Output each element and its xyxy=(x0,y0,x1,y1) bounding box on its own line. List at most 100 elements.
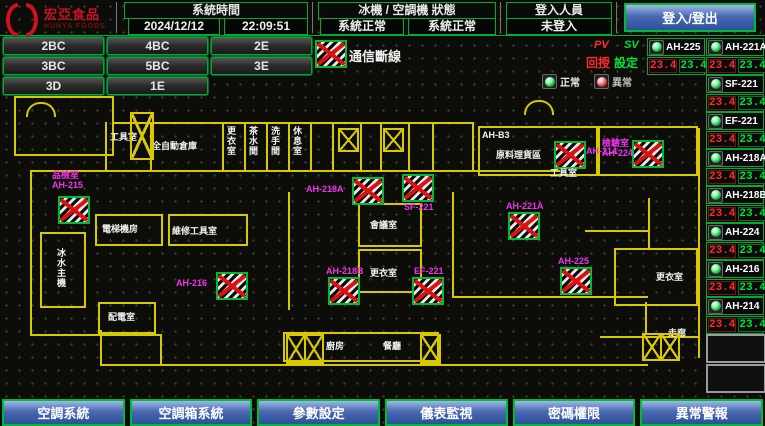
wall-segment xyxy=(600,336,698,338)
floor-button-3e[interactable]: 3E xyxy=(211,57,312,75)
bottom-nav-button-5[interactable]: 密碼權限 xyxy=(513,399,636,426)
door-arc-icon xyxy=(26,102,56,117)
normal-lamp-icon xyxy=(542,74,557,89)
comm-fail-marker[interactable] xyxy=(328,277,360,305)
comm-fail-marker[interactable] xyxy=(560,267,592,295)
wall-segment xyxy=(645,302,647,334)
marker-label: 品檢室 AH-215 xyxy=(52,170,83,190)
wall-segment xyxy=(380,122,382,170)
unit-sv-value: 23.4 xyxy=(738,170,765,184)
wall-segment xyxy=(288,122,290,170)
comm-fail-marker[interactable] xyxy=(352,177,384,205)
unit-ah-221a[interactable]: AH-221A23.423.4 xyxy=(706,38,764,75)
marker-label: AH-218B xyxy=(326,266,364,276)
unit-ef-221[interactable]: EF-22123.423.4 xyxy=(706,112,764,149)
header-divider xyxy=(500,2,501,33)
room-label: 工具室 xyxy=(550,168,577,178)
unit-sf-221[interactable]: SF-22123.423.4 xyxy=(706,75,764,112)
room-outline xyxy=(596,126,600,176)
pv-name-legend: 回授 xyxy=(586,54,610,71)
marker-label: AH-221A xyxy=(506,201,544,211)
wall-segment xyxy=(452,192,454,298)
wall-segment xyxy=(432,122,434,170)
floor-button-1e[interactable]: 1E xyxy=(107,77,208,95)
room-label: 休息室 xyxy=(292,126,302,156)
unit-ah-214[interactable]: AH-21423.423.4 xyxy=(706,297,764,334)
bottom-nav-button-6[interactable]: 異常警報 xyxy=(640,399,763,426)
unit-name: AH-216 xyxy=(725,264,759,275)
unit-status-lamp-icon xyxy=(708,114,723,129)
room-outline xyxy=(478,126,698,176)
unit-sv-value: 23.4 xyxy=(738,96,765,110)
stair-shaft-icon xyxy=(286,334,324,364)
wall-segment xyxy=(30,170,32,336)
wall-segment xyxy=(114,122,472,124)
abnormal-legend-label: 異常 xyxy=(612,74,632,89)
room-label: 茶水間 xyxy=(248,126,258,156)
normal-legend-label: 正常 xyxy=(560,74,580,89)
comm-fail-marker[interactable] xyxy=(412,277,444,305)
bottom-nav-button-4[interactable]: 儀表監視 xyxy=(385,399,508,426)
door-arc-icon xyxy=(524,100,554,115)
unit-ah-216[interactable]: AH-21623.423.4 xyxy=(706,260,764,297)
room-label: 會議室 xyxy=(370,220,397,230)
room-outline xyxy=(358,203,422,247)
wall-segment xyxy=(310,122,312,170)
unit-ah-225[interactable]: AH-22523.423.4 xyxy=(647,38,705,75)
empty-unit-slot xyxy=(706,334,765,363)
unit-sv-value: 23.4 xyxy=(738,281,765,295)
wall-segment xyxy=(160,336,162,366)
room-label: 更衣室 xyxy=(226,126,236,156)
bottom-nav-bar: 空調系統空調箱系統參數設定儀表監視密碼權限異常警報 xyxy=(2,399,763,426)
room-outline xyxy=(168,214,248,246)
empty-unit-slot xyxy=(706,364,765,393)
floor-button-3bc[interactable]: 3BC xyxy=(3,57,104,75)
unit-ah-218a[interactable]: AH-218A23.423.4 xyxy=(706,149,764,186)
room-outline xyxy=(98,302,156,334)
wall-segment xyxy=(698,128,700,358)
floor-button-2e[interactable]: 2E xyxy=(211,37,312,55)
stair-shaft-icon xyxy=(130,112,154,160)
comm-fail-marker[interactable] xyxy=(58,196,90,224)
room-outline xyxy=(283,332,439,362)
room-label: 工具室 xyxy=(110,132,137,142)
header-divider xyxy=(116,2,117,33)
abnormal-lamp-icon xyxy=(594,74,609,89)
comm-fail-marker[interactable] xyxy=(402,174,434,202)
login-person-label: 登入人員 xyxy=(506,2,612,19)
wall-segment xyxy=(452,296,648,298)
comm-fail-marker[interactable] xyxy=(632,140,664,168)
marker-label: EF-221 xyxy=(414,266,444,276)
stair-shaft-icon xyxy=(338,128,359,152)
unit-status-lamp-icon xyxy=(708,40,723,55)
comm-fail-marker[interactable] xyxy=(508,212,540,240)
wall-segment xyxy=(30,170,560,172)
wall-segment xyxy=(222,122,224,170)
system-time-value: 22:09:51 xyxy=(224,18,308,35)
unit-pv-value: 23.4 xyxy=(708,133,736,147)
unit-pv-value: 23.4 xyxy=(708,170,736,184)
floor-button-3d[interactable]: 3D xyxy=(3,77,104,95)
stair-shaft-icon xyxy=(383,128,404,152)
unit-ah-224[interactable]: AH-22423.423.4 xyxy=(706,223,764,260)
bottom-nav-button-3[interactable]: 參數設定 xyxy=(257,399,380,426)
wall-segment xyxy=(648,198,650,250)
system-date-value: 2024/12/12 xyxy=(128,18,220,35)
unit-pv-value: 23.4 xyxy=(708,207,736,221)
unit-status-lamp-icon xyxy=(708,151,723,166)
pv-legend: PV xyxy=(594,39,609,51)
wall-segment xyxy=(100,364,648,366)
floor-button-2bc[interactable]: 2BC xyxy=(3,37,104,55)
unit-ah-218b[interactable]: AH-218B23.423.4 xyxy=(706,186,764,223)
bottom-nav-button-1[interactable]: 空調系統 xyxy=(2,399,125,426)
sv-name-legend: 設定 xyxy=(614,54,638,71)
comm-fail-marker[interactable] xyxy=(554,141,586,169)
comm-fail-marker[interactable] xyxy=(216,272,248,300)
header-bar: 宏亞食品 HUNYA FOODS 系統時間 2024/12/12 22:09:5… xyxy=(0,0,765,36)
room-outline xyxy=(95,214,163,246)
floor-button-4bc[interactable]: 4BC xyxy=(107,37,208,55)
floor-button-5bc[interactable]: 5BC xyxy=(107,57,208,75)
marker-label: SF-221 xyxy=(404,202,434,212)
bottom-nav-button-2[interactable]: 空調箱系統 xyxy=(130,399,253,426)
login-logout-button[interactable]: 登入/登出 xyxy=(624,3,756,32)
